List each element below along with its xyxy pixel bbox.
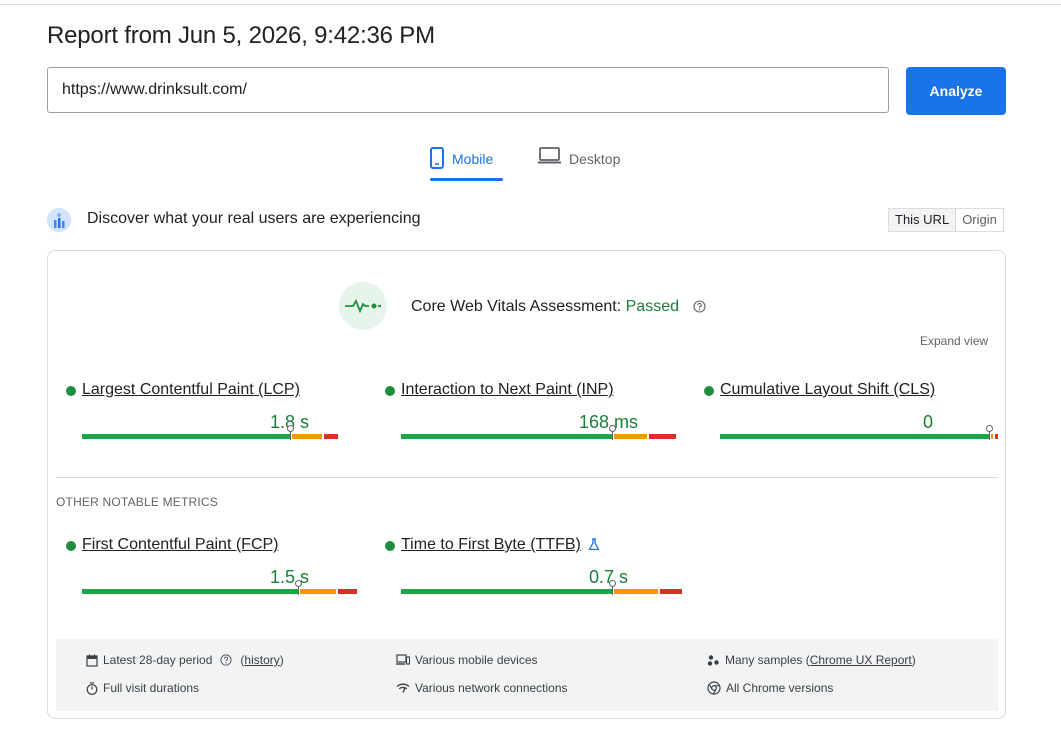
- this-url-toggle[interactable]: This URL: [889, 209, 957, 231]
- help-icon[interactable]: [220, 654, 232, 666]
- metric-name-link[interactable]: First Contentful Paint (FCP): [82, 536, 279, 554]
- p75-marker: [286, 425, 294, 440]
- metric-name-link[interactable]: Largest Contentful Paint (LCP): [82, 381, 300, 399]
- status-dot: [704, 386, 714, 396]
- distribution-bar: [82, 580, 359, 595]
- page-title: Report from Jun 5, 2026, 9:42:36 PM: [47, 22, 435, 49]
- chrome-icon: [707, 681, 721, 695]
- pulse-icon: [339, 282, 387, 330]
- wifi-icon: [396, 683, 410, 693]
- cwv-assessment: Core Web Vitals Assessment: Passed: [411, 298, 679, 316]
- timer-icon: [86, 681, 98, 695]
- distribution-bar: [401, 580, 682, 595]
- footer-samples: Many samples (Chrome UX Report): [707, 653, 916, 667]
- calendar-icon: [86, 654, 98, 667]
- good-segment: [401, 434, 612, 439]
- real-users-icon: [47, 208, 71, 232]
- p75-marker: [295, 580, 303, 595]
- good-segment: [401, 589, 612, 594]
- durations-text: Full visit durations: [103, 681, 200, 695]
- metric-name-link[interactable]: Cumulative Layout Shift (CLS): [720, 381, 935, 399]
- samples-prefix: Many samples (: [725, 653, 810, 667]
- needs-improvement-segment: [291, 434, 323, 439]
- network-text: Various network connections: [415, 681, 568, 695]
- needs-improvement-segment: [300, 589, 337, 594]
- footer-network: Various network connections: [396, 681, 568, 695]
- footer-devices: Various mobile devices: [396, 653, 538, 667]
- history-link[interactable]: history: [244, 653, 279, 667]
- metric-value: 1.5 s: [270, 567, 310, 587]
- expand-view-link[interactable]: Expand view: [920, 334, 988, 348]
- help-icon[interactable]: [693, 300, 706, 313]
- distribution-bar: [720, 425, 999, 440]
- metric-value: 0: [923, 412, 934, 432]
- laptop-icon: [538, 147, 561, 164]
- top-divider: [0, 4, 1061, 5]
- good-segment: [82, 434, 290, 439]
- analyze-button[interactable]: Analyze: [906, 67, 1006, 115]
- devices-text: Various mobile devices: [415, 653, 538, 667]
- tab-desktop-label: Desktop: [569, 151, 621, 167]
- section-divider: [56, 477, 998, 478]
- period-text: Latest 28-day period: [103, 653, 213, 667]
- status-dot: [385, 541, 395, 551]
- poor-segment: [648, 434, 677, 439]
- phone-icon: [430, 147, 444, 169]
- status-dot: [66, 386, 76, 396]
- footer-chrome: All Chrome versions: [707, 681, 833, 695]
- chrome-text: All Chrome versions: [726, 681, 834, 695]
- url-input[interactable]: [47, 67, 889, 113]
- origin-toggle[interactable]: Origin: [956, 209, 1003, 231]
- status-dot: [66, 541, 76, 551]
- poor-segment: [324, 434, 339, 439]
- other-metrics-heading: OTHER NOTABLE METRICS: [56, 495, 218, 509]
- cwv-assessment-label: Core Web Vitals Assessment:: [411, 298, 622, 315]
- good-segment: [720, 434, 989, 439]
- p75-marker: [985, 425, 993, 440]
- cwv-status: Passed: [625, 298, 679, 315]
- metric-name-link[interactable]: Time to First Byte (TTFB): [401, 536, 581, 554]
- samples-suffix: ): [911, 653, 916, 667]
- samples-icon: [707, 654, 719, 666]
- chrome-ux-report-link[interactable]: Chrome UX Report: [810, 653, 912, 667]
- devices-icon: [396, 654, 410, 665]
- tab-desktop[interactable]: Desktop: [538, 143, 620, 181]
- real-users-heading: Discover what your real users are experi…: [87, 210, 421, 227]
- distribution-bar: [82, 425, 359, 440]
- tab-mobile[interactable]: Mobile: [430, 143, 503, 181]
- poor-segment: [659, 589, 682, 594]
- status-dot: [385, 386, 395, 396]
- url-origin-toggle: This URL Origin: [888, 208, 1004, 232]
- metric-name-link[interactable]: Interaction to Next Paint (INP): [401, 381, 614, 399]
- distribution-bar: [401, 425, 678, 440]
- tab-mobile-label: Mobile: [452, 151, 494, 167]
- poor-segment: [338, 589, 358, 594]
- flask-icon: [588, 538, 600, 551]
- p75-marker: [608, 425, 616, 440]
- needs-improvement-segment: [613, 589, 658, 594]
- needs-improvement-segment: [613, 434, 647, 439]
- footer-period: Latest 28-day period (history): [86, 653, 284, 667]
- good-segment: [82, 589, 299, 594]
- footer-durations: Full visit durations: [86, 681, 199, 695]
- p75-marker: [608, 580, 616, 595]
- needs-improvement-segment: [990, 434, 994, 439]
- history-wrapper: (history): [240, 653, 284, 667]
- poor-segment: [995, 434, 999, 439]
- field-data-footer: [56, 639, 998, 711]
